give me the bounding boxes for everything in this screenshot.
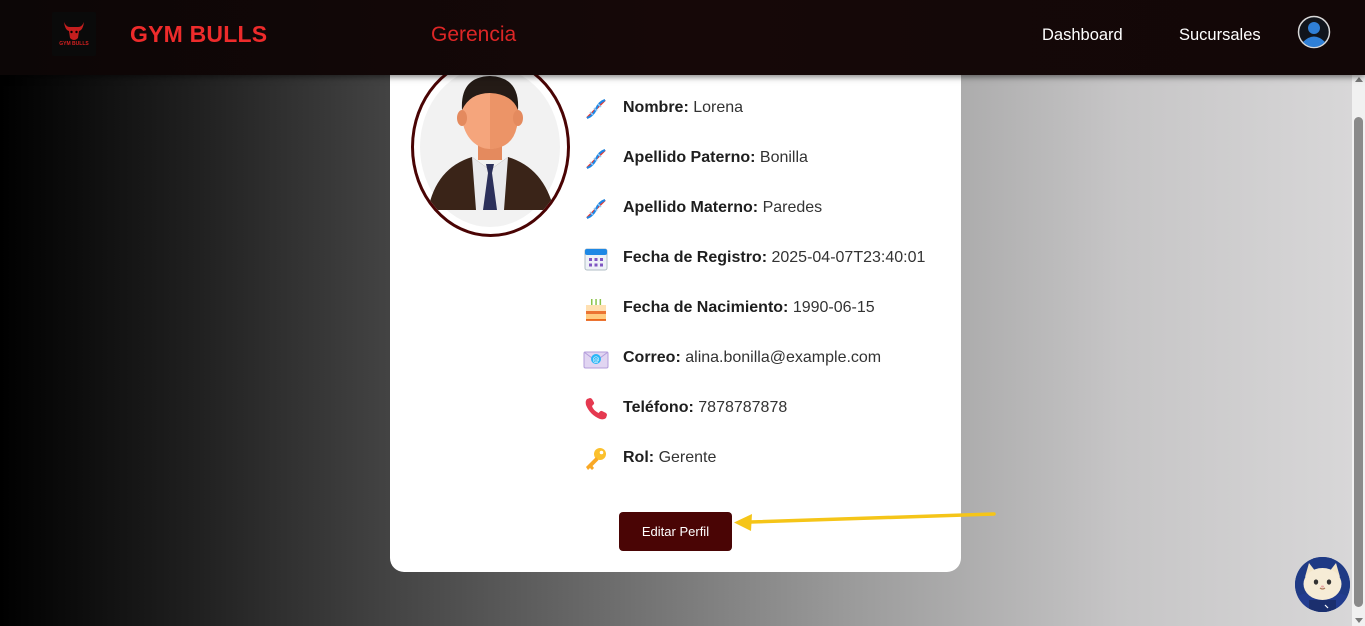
user-circle-icon[interactable] xyxy=(1297,15,1331,49)
field-fecha-registro: Fecha de Registro: 2025-04-07T23:40:01 xyxy=(583,246,953,272)
profile-photo xyxy=(411,57,570,237)
brand-name[interactable]: GYM BULLS xyxy=(130,21,267,48)
field-value: 1990-06-15 xyxy=(792,299,875,316)
email-icon: @ xyxy=(583,351,609,369)
field-correo: @ Correo: alina.bonilla@example.com xyxy=(583,346,953,372)
nav-sucursales-link[interactable]: Sucursales xyxy=(1179,26,1261,45)
field-label: Teléfono: xyxy=(623,399,694,416)
dna-icon xyxy=(586,198,606,220)
field-rol: Rol: Gerente xyxy=(583,446,953,472)
yellow-arrow-annotation xyxy=(734,512,996,531)
field-value: Paredes xyxy=(762,199,823,216)
edit-profile-button[interactable]: Editar Perfil xyxy=(619,512,732,551)
field-value: Lorena xyxy=(693,99,744,116)
scroll-down-arrow-icon[interactable] xyxy=(1355,618,1363,623)
scroll-thumb[interactable] xyxy=(1354,117,1363,607)
key-icon xyxy=(586,448,606,470)
field-label: Correo: xyxy=(623,349,681,366)
section-title: Gerencia xyxy=(431,23,517,46)
field-apellido-paterno: Apellido Paterno: Bonilla xyxy=(583,146,953,172)
phone-icon xyxy=(585,398,607,420)
logo-text: GYM BULLS xyxy=(59,41,89,47)
field-value: Gerente xyxy=(658,449,717,466)
field-label: Fecha de Nacimiento: xyxy=(623,299,789,316)
field-label: Apellido Materno: xyxy=(623,199,759,216)
field-label: Apellido Paterno: xyxy=(623,149,756,166)
gym-logo[interactable]: GYM BULLS xyxy=(52,12,96,56)
field-value: 2025-04-07T23:40:01 xyxy=(771,249,926,266)
nav-dashboard-link[interactable]: Dashboard xyxy=(1042,26,1123,45)
field-value: Bonilla xyxy=(759,149,808,166)
page-scrollbar[interactable] xyxy=(1352,75,1365,626)
field-value: alina.bonilla@example.com xyxy=(685,349,882,366)
cake-icon xyxy=(586,299,606,321)
scroll-up-arrow-icon[interactable] xyxy=(1355,77,1363,82)
chat-cat-avatar[interactable] xyxy=(1295,557,1350,612)
svg-text:@: @ xyxy=(593,356,600,364)
dna-icon xyxy=(586,148,606,170)
field-telefono: Teléfono: 7878787878 xyxy=(583,396,953,422)
dna-icon xyxy=(586,98,606,120)
field-fecha-nacimiento: Fecha de Nacimiento: 1990-06-15 xyxy=(583,296,953,322)
field-value: 7878787878 xyxy=(698,399,788,416)
field-apellido-materno: Apellido Materno: Paredes xyxy=(583,196,953,222)
field-label: Rol: xyxy=(623,449,655,466)
field-label: Nombre: xyxy=(623,99,689,116)
calendar-icon xyxy=(584,248,608,271)
field-label: Fecha de Registro: xyxy=(623,249,768,266)
top-navbar: GYM BULLS GYM BULLS Gerencia Dashboard S… xyxy=(0,0,1365,75)
field-nombre: Nombre: Lorena xyxy=(583,96,953,122)
